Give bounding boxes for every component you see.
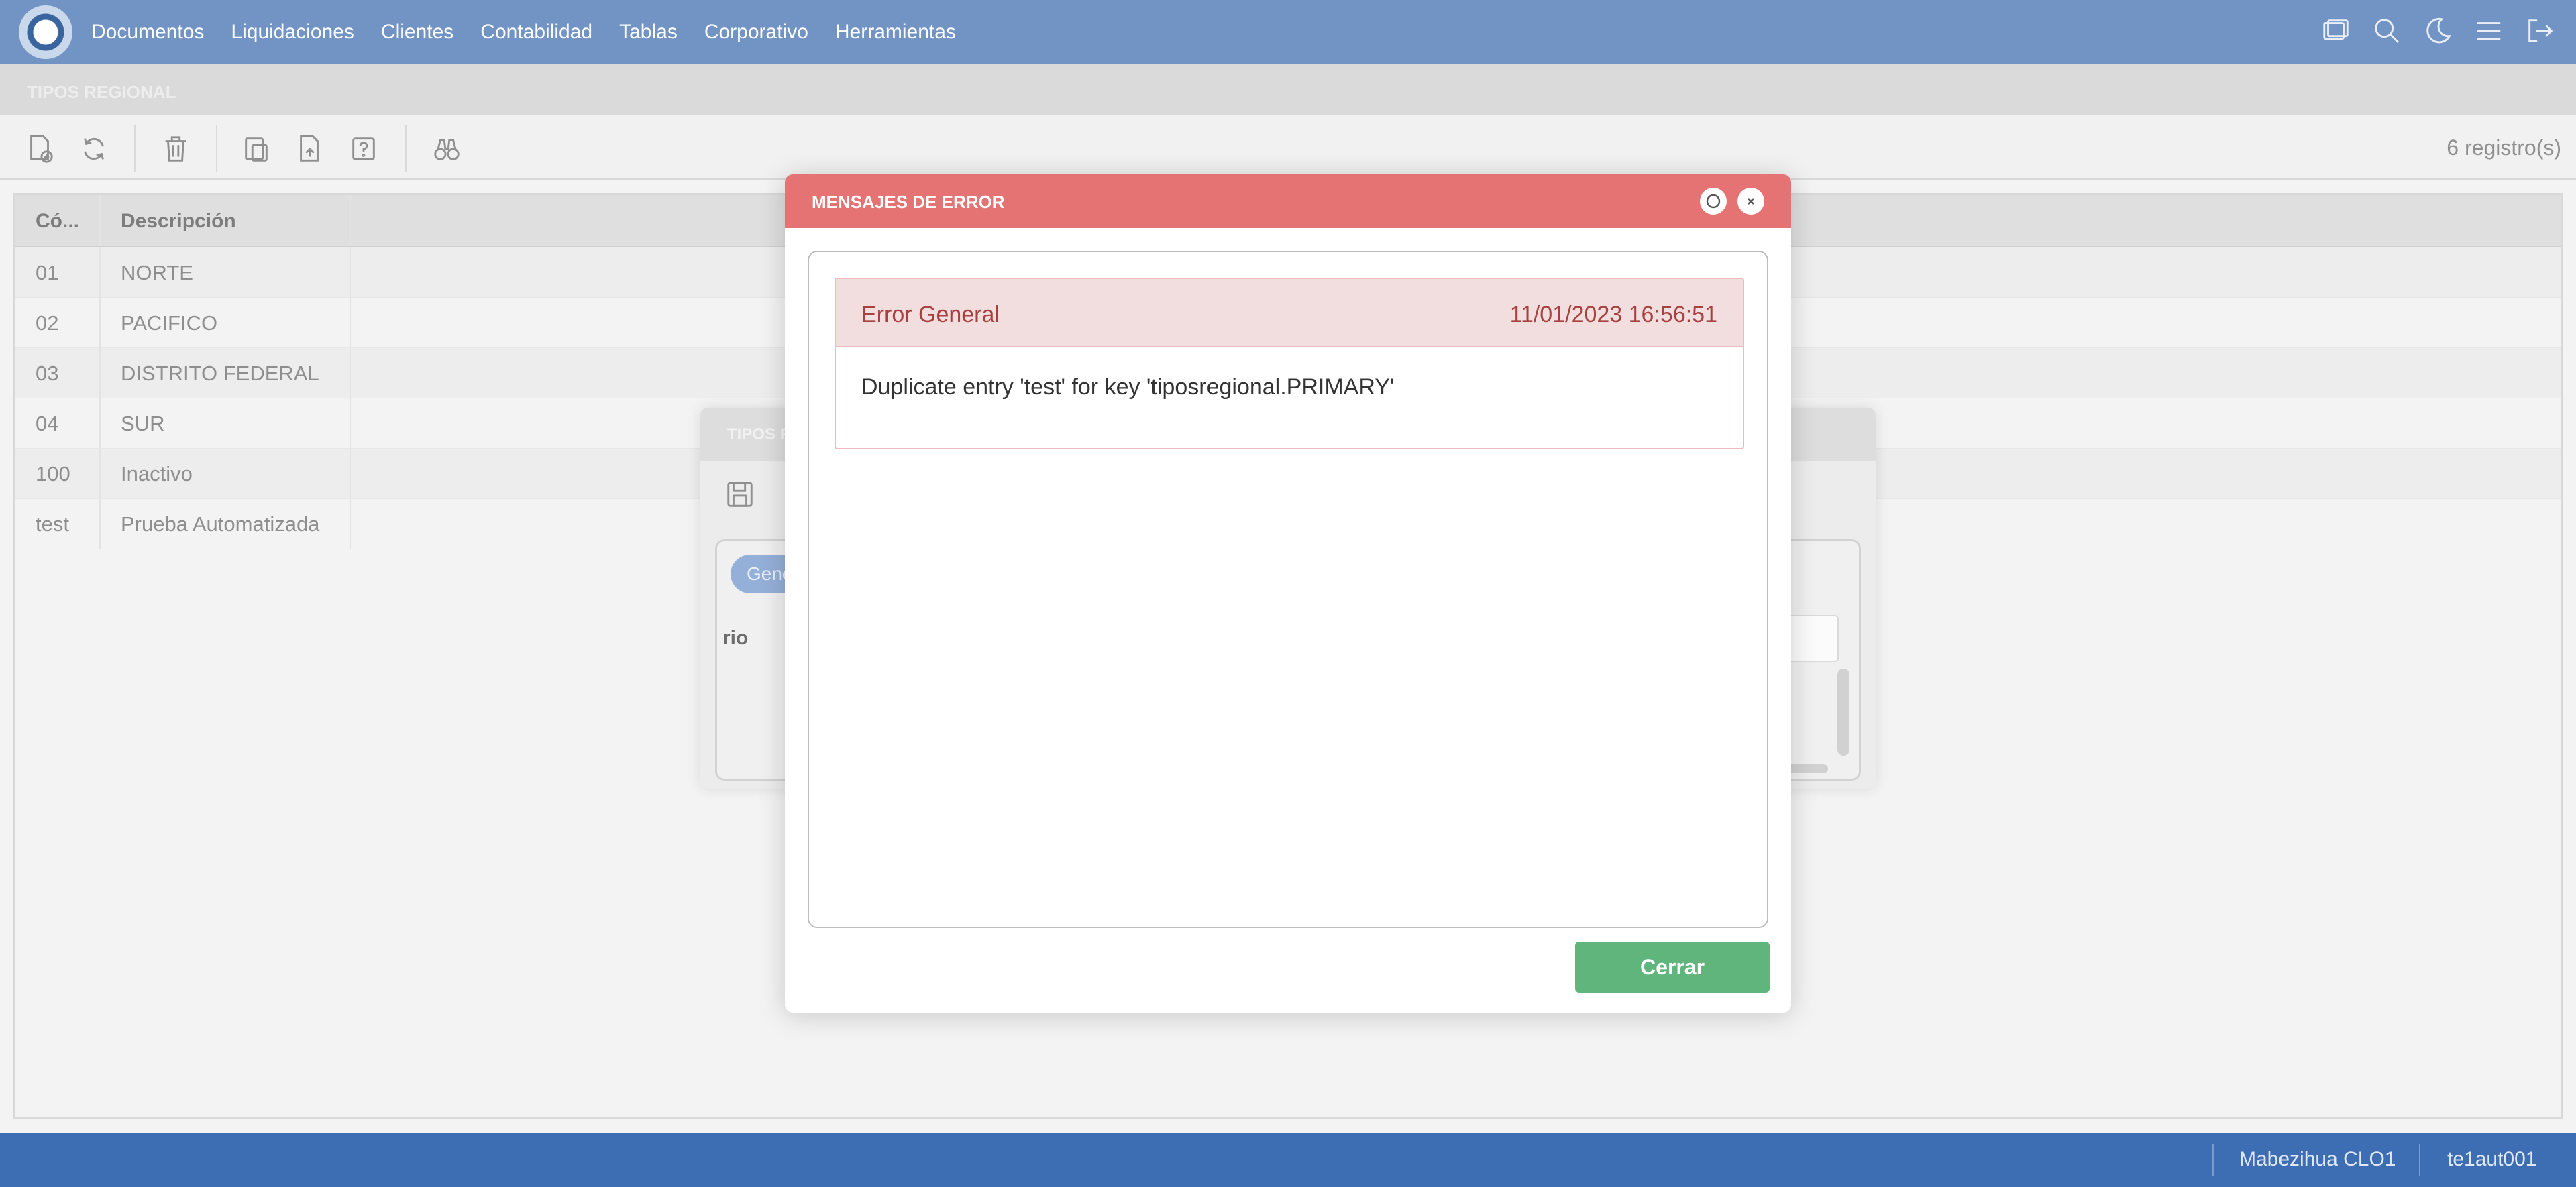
close-icon[interactable] bbox=[1737, 188, 1764, 215]
status-user-id: te1aut001 bbox=[2447, 1148, 2537, 1170]
error-card: Error General 11/01/2023 16:56:51 Duplic… bbox=[835, 278, 1744, 449]
close-button[interactable]: Cerrar bbox=[1575, 942, 1770, 993]
status-user-name: Mabezihua CLO1 bbox=[2239, 1148, 2396, 1170]
error-title: Error General bbox=[861, 302, 1000, 327]
error-dialog: MENSAJES DE ERROR Error General 11/01/20… bbox=[785, 174, 1791, 1013]
status-bar: Mabezihua CLO1 te1aut001 bbox=[0, 1133, 2576, 1187]
error-timestamp: 11/01/2023 16:56:51 bbox=[1509, 302, 1717, 327]
error-card-header: Error General 11/01/2023 16:56:51 bbox=[836, 279, 1743, 347]
maximize-icon[interactable] bbox=[1700, 188, 1727, 215]
error-message: Duplicate entry 'test' for key 'tiposreg… bbox=[861, 374, 1395, 400]
error-dialog-header: MENSAJES DE ERROR bbox=[785, 174, 1791, 228]
error-dialog-title: MENSAJES DE ERROR bbox=[812, 192, 1005, 212]
error-list: Error General 11/01/2023 16:56:51 Duplic… bbox=[808, 251, 1768, 928]
